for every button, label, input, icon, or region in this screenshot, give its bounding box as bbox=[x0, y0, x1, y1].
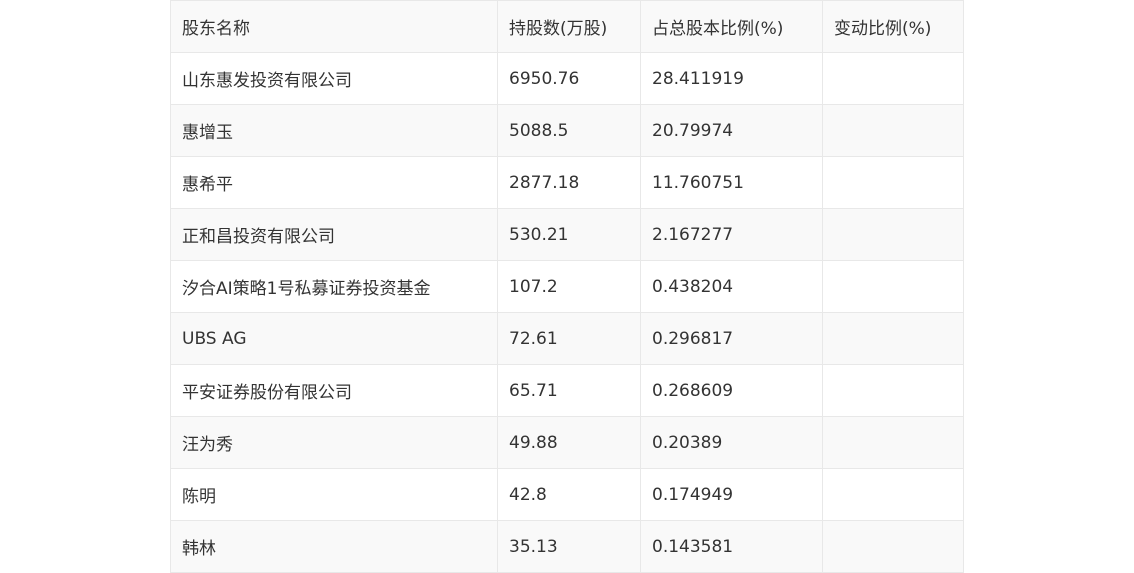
table-row: 山东惠发投资有限公司 6950.76 28.411919 bbox=[170, 52, 964, 105]
cell-shares-held: 107.2 bbox=[497, 260, 641, 313]
cell-change-ratio bbox=[822, 104, 964, 157]
table-row: 正和昌投资有限公司 530.21 2.167277 bbox=[170, 208, 964, 261]
cell-shares-held: 42.8 bbox=[497, 468, 641, 521]
cell-share-ratio: 20.79974 bbox=[640, 104, 823, 157]
header-change-ratio: 变动比例(%) bbox=[822, 0, 964, 53]
table-header: 股东名称 持股数(万股) 占总股本比例(%) 变动比例(%) bbox=[170, 0, 964, 53]
cell-share-ratio: 0.296817 bbox=[640, 312, 823, 365]
cell-shares-held: 2877.18 bbox=[497, 156, 641, 209]
cell-shareholder-name: 正和昌投资有限公司 bbox=[170, 208, 498, 261]
header-share-ratio: 占总股本比例(%) bbox=[640, 0, 823, 53]
cell-shareholder-name: 汪为秀 bbox=[170, 416, 498, 469]
cell-share-ratio: 0.174949 bbox=[640, 468, 823, 521]
cell-shareholder-name: 韩林 bbox=[170, 520, 498, 573]
table-row: 惠希平 2877.18 11.760751 bbox=[170, 156, 964, 209]
cell-shareholder-name: UBS AG bbox=[170, 312, 498, 365]
cell-share-ratio: 28.411919 bbox=[640, 52, 823, 105]
cell-shares-held: 5088.5 bbox=[497, 104, 641, 157]
shareholder-table-container: 股东名称 持股数(万股) 占总股本比例(%) 变动比例(%) 山东惠发投资有限公… bbox=[170, 0, 964, 573]
cell-share-ratio: 0.268609 bbox=[640, 364, 823, 417]
cell-shares-held: 6950.76 bbox=[497, 52, 641, 105]
cell-change-ratio bbox=[822, 364, 964, 417]
cell-change-ratio bbox=[822, 52, 964, 105]
header-shares-held: 持股数(万股) bbox=[497, 0, 641, 53]
shareholder-table: 股东名称 持股数(万股) 占总股本比例(%) 变动比例(%) 山东惠发投资有限公… bbox=[170, 0, 964, 573]
cell-share-ratio: 0.143581 bbox=[640, 520, 823, 573]
table-row: 韩林 35.13 0.143581 bbox=[170, 520, 964, 573]
cell-shareholder-name: 惠希平 bbox=[170, 156, 498, 209]
cell-change-ratio bbox=[822, 312, 964, 365]
table-row: 惠增玉 5088.5 20.79974 bbox=[170, 104, 964, 157]
cell-share-ratio: 11.760751 bbox=[640, 156, 823, 209]
header-shareholder-name: 股东名称 bbox=[170, 0, 498, 53]
table-row: 汐合AI策略1号私募证券投资基金 107.2 0.438204 bbox=[170, 260, 964, 313]
cell-change-ratio bbox=[822, 468, 964, 521]
cell-shareholder-name: 陈明 bbox=[170, 468, 498, 521]
cell-change-ratio bbox=[822, 260, 964, 313]
header-row: 股东名称 持股数(万股) 占总股本比例(%) 变动比例(%) bbox=[170, 0, 964, 53]
cell-shareholder-name: 山东惠发投资有限公司 bbox=[170, 52, 498, 105]
table-row: 陈明 42.8 0.174949 bbox=[170, 468, 964, 521]
cell-shares-held: 72.61 bbox=[497, 312, 641, 365]
cell-shares-held: 65.71 bbox=[497, 364, 641, 417]
table-body: 山东惠发投资有限公司 6950.76 28.411919 惠增玉 5088.5 … bbox=[170, 52, 964, 573]
cell-shareholder-name: 汐合AI策略1号私募证券投资基金 bbox=[170, 260, 498, 313]
table-row: 平安证券股份有限公司 65.71 0.268609 bbox=[170, 364, 964, 417]
cell-shares-held: 530.21 bbox=[497, 208, 641, 261]
cell-share-ratio: 0.438204 bbox=[640, 260, 823, 313]
cell-change-ratio bbox=[822, 520, 964, 573]
cell-shareholder-name: 平安证券股份有限公司 bbox=[170, 364, 498, 417]
cell-change-ratio bbox=[822, 208, 964, 261]
cell-shares-held: 35.13 bbox=[497, 520, 641, 573]
cell-change-ratio bbox=[822, 416, 964, 469]
table-row: 汪为秀 49.88 0.20389 bbox=[170, 416, 964, 469]
cell-share-ratio: 0.20389 bbox=[640, 416, 823, 469]
cell-change-ratio bbox=[822, 156, 964, 209]
cell-shareholder-name: 惠增玉 bbox=[170, 104, 498, 157]
table-row: UBS AG 72.61 0.296817 bbox=[170, 312, 964, 365]
cell-share-ratio: 2.167277 bbox=[640, 208, 823, 261]
cell-shares-held: 49.88 bbox=[497, 416, 641, 469]
